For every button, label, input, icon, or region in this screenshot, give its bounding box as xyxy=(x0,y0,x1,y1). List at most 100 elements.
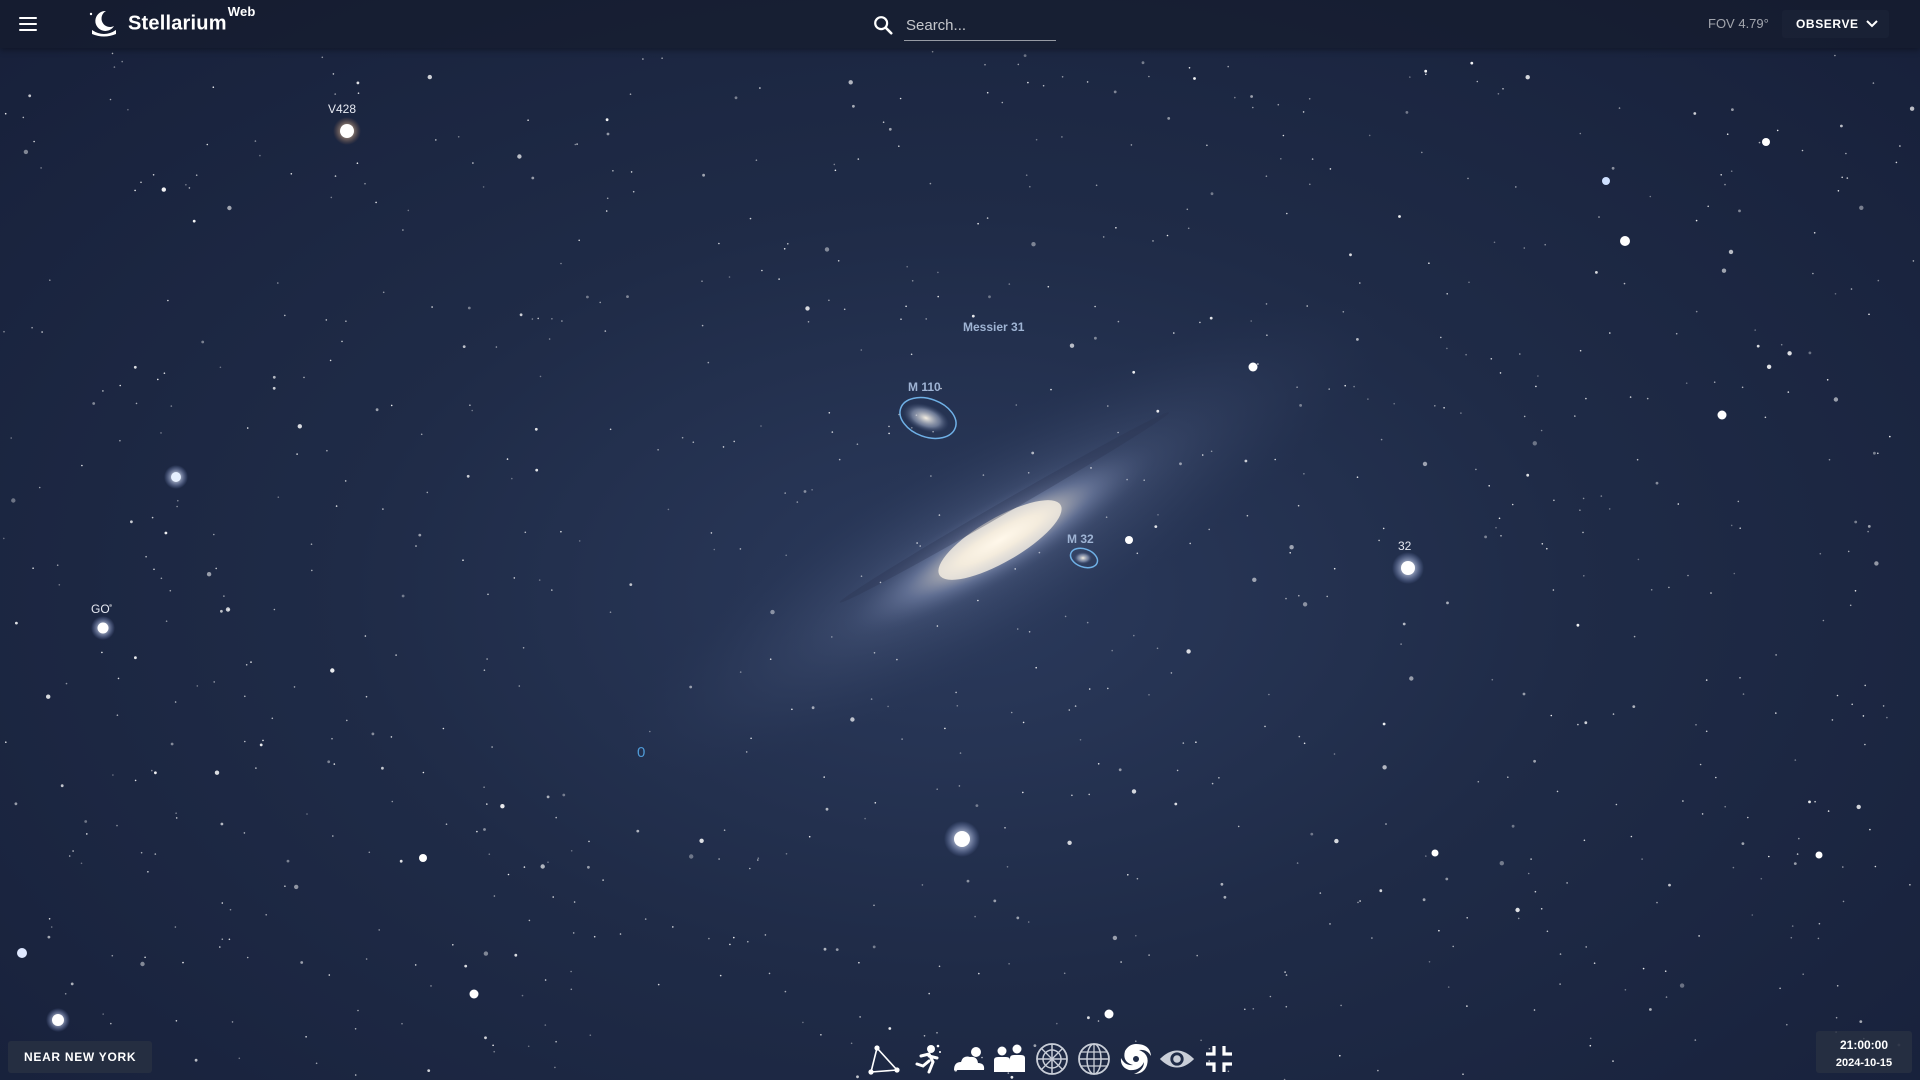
label-messier-31[interactable]: Messier 31 xyxy=(963,320,1024,334)
field-star xyxy=(1131,789,1137,794)
field-star xyxy=(112,774,114,776)
field-star xyxy=(1133,634,1135,637)
field-star xyxy=(1715,776,1717,779)
field-star xyxy=(1266,334,1268,337)
landscape-button[interactable] xyxy=(991,1040,1029,1078)
field-star xyxy=(1286,212,1288,215)
field-star xyxy=(1208,528,1210,531)
field-star xyxy=(1713,381,1716,384)
search-box[interactable] xyxy=(872,10,1088,41)
field-star xyxy=(277,282,279,284)
field-star xyxy=(1466,1005,1468,1007)
field-star xyxy=(1802,973,1804,975)
field-star xyxy=(1741,842,1745,845)
field-star xyxy=(612,170,614,172)
field-star xyxy=(552,896,554,898)
field-star xyxy=(785,554,787,557)
field-star xyxy=(513,577,516,579)
field-star xyxy=(72,850,74,852)
label-m32[interactable]: M 32 xyxy=(1067,532,1094,546)
field-star xyxy=(1780,343,1783,346)
location-button[interactable]: NEAR NEW YORK xyxy=(8,1041,153,1073)
constellations-icon xyxy=(868,1045,900,1075)
sky-view[interactable] xyxy=(0,0,1920,1080)
menu-button[interactable] xyxy=(16,12,40,36)
clouds-button[interactable] xyxy=(950,1040,988,1078)
field-star xyxy=(1798,837,1800,840)
atmosphere-button[interactable] xyxy=(908,1040,946,1078)
field-star xyxy=(1152,240,1154,242)
field-star xyxy=(111,954,114,957)
field-star xyxy=(1608,508,1611,510)
field-star xyxy=(1371,937,1373,939)
field-star xyxy=(306,813,308,815)
field-star xyxy=(442,727,445,730)
azimuthal-grid-button[interactable] xyxy=(1033,1040,1071,1078)
fullscreen-exit-button[interactable] xyxy=(1200,1040,1238,1078)
field-star xyxy=(482,186,485,188)
field-star xyxy=(718,858,720,860)
azimuthal-grid-icon xyxy=(1036,1043,1068,1075)
night-mode-button[interactable] xyxy=(1158,1040,1196,1078)
field-star xyxy=(527,119,529,121)
field-star xyxy=(32,567,34,569)
field-star xyxy=(1593,962,1596,964)
field-star xyxy=(1834,293,1837,295)
field-star xyxy=(1173,332,1175,334)
dso-button[interactable] xyxy=(1117,1040,1155,1078)
field-star xyxy=(1010,711,1013,714)
field-star xyxy=(1311,158,1314,160)
label-v428[interactable]: V428 xyxy=(328,102,356,116)
field-star xyxy=(1507,776,1509,778)
field-star xyxy=(1476,80,1479,83)
field-star xyxy=(1495,526,1497,529)
search-input[interactable] xyxy=(904,10,1056,41)
field-star xyxy=(33,140,35,143)
field-star xyxy=(825,807,829,811)
field-star xyxy=(1186,208,1189,211)
constellations-button[interactable] xyxy=(866,1040,904,1078)
field-star xyxy=(326,449,328,452)
field-star xyxy=(486,658,488,660)
field-star xyxy=(1382,765,1387,770)
field-star xyxy=(213,533,215,536)
field-star xyxy=(111,52,114,55)
field-star xyxy=(214,770,220,775)
field-star xyxy=(371,732,375,736)
field-star xyxy=(1382,722,1386,726)
field-star xyxy=(1808,800,1811,804)
label-star-32[interactable]: 32 xyxy=(1398,539,1411,553)
field-star xyxy=(151,769,153,772)
field-star xyxy=(277,496,280,499)
field-star xyxy=(1846,177,1849,179)
field-star xyxy=(898,413,900,416)
field-star xyxy=(1210,192,1214,196)
field-star xyxy=(1148,694,1150,696)
field-star xyxy=(196,685,199,687)
field-star xyxy=(488,853,491,855)
equatorial-grid-button[interactable] xyxy=(1075,1040,1113,1078)
field-star xyxy=(1589,1044,1592,1047)
field-star xyxy=(1227,65,1229,68)
field-star xyxy=(102,1013,104,1015)
field-star xyxy=(993,899,997,903)
field-star xyxy=(418,533,422,537)
field-star xyxy=(58,584,61,586)
field-star xyxy=(1859,1020,1863,1023)
field-star xyxy=(134,656,137,660)
label-m110[interactable]: M 110 xyxy=(908,380,941,394)
field-star xyxy=(931,50,934,53)
observe-menu-button[interactable]: OBSERVE xyxy=(1782,10,1889,38)
field-star xyxy=(483,828,486,831)
field-star xyxy=(1642,967,1645,970)
label-go[interactable]: GO xyxy=(91,602,110,616)
field-star xyxy=(221,902,224,904)
field-star xyxy=(606,132,610,136)
field-star xyxy=(300,961,304,964)
field-star xyxy=(1695,310,1698,313)
field-star xyxy=(1269,995,1272,998)
field-star xyxy=(1854,590,1857,592)
field-star xyxy=(807,321,810,323)
datetime-button[interactable]: 21:00:00 2024-10-15 xyxy=(1816,1031,1912,1073)
field-star xyxy=(457,136,460,138)
